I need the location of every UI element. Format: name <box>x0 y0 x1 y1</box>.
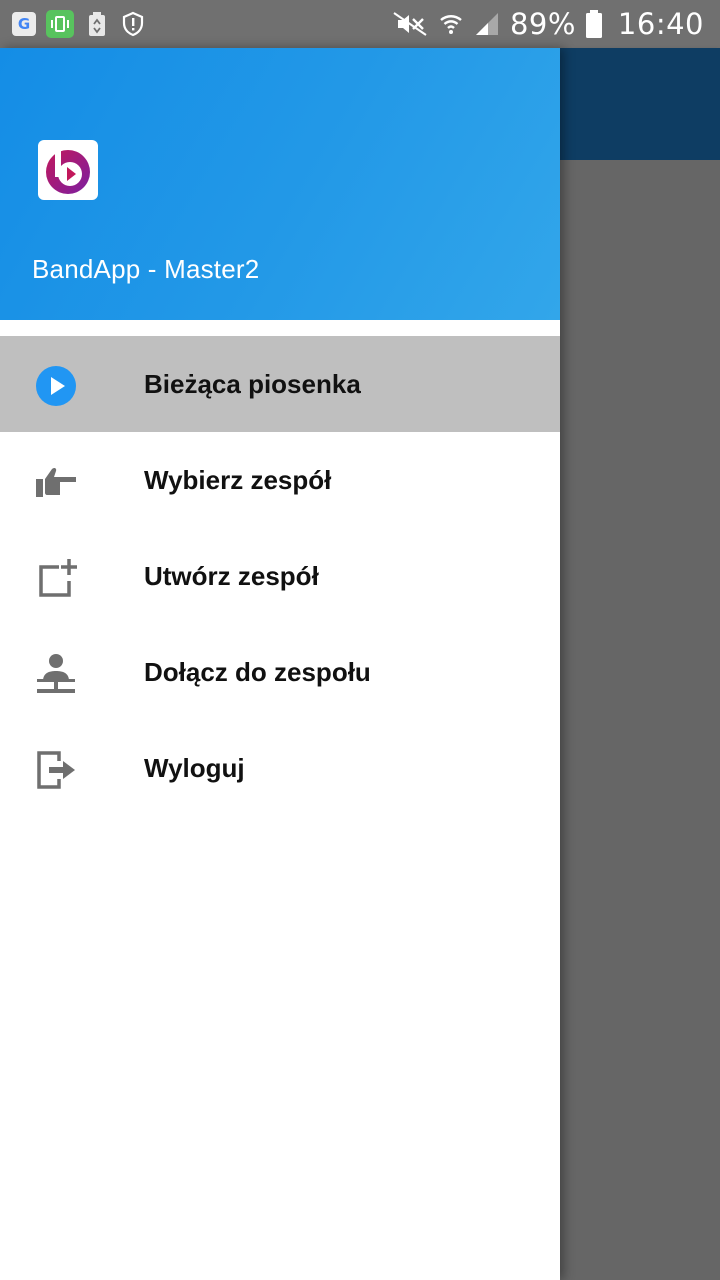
signal-icon <box>474 11 500 37</box>
google-icon: G <box>12 12 36 36</box>
add-box-icon <box>34 556 78 600</box>
app-title: BandApp - Master2 <box>32 254 260 284</box>
status-bar-system: 89% 16:40 <box>392 6 704 42</box>
logout-icon <box>34 748 78 792</box>
drawer-menu: Bieżąca piosenka Wybierz zespół Utwórz z… <box>0 336 560 816</box>
screen-capture-icon <box>46 10 74 38</box>
app-toolbar <box>560 48 720 160</box>
menu-item-current-song[interactable]: Bieżąca piosenka <box>0 336 560 432</box>
status-bar-notifications: G <box>12 10 146 38</box>
person-join-icon <box>34 652 78 696</box>
menu-item-label: Bieżąca piosenka <box>144 369 361 399</box>
menu-item-label: Dołącz do zespołu <box>144 657 371 687</box>
thumb-point-icon <box>34 460 78 504</box>
menu-item-label: Wybierz zespół <box>144 465 332 495</box>
shield-icon <box>120 11 146 37</box>
menu-item-label: Utwórz zespół <box>144 561 319 591</box>
navigation-drawer: BandApp - Master2 Bieżąca piosenka Wybie… <box>0 48 560 1280</box>
mute-icon <box>392 11 428 37</box>
menu-item-join-band[interactable]: Dołącz do zespołu <box>0 624 560 720</box>
menu-item-logout[interactable]: Wyloguj <box>0 720 560 816</box>
drawer-header: BandApp - Master2 <box>0 48 560 320</box>
status-bar: G 89% 16:40 <box>0 0 720 48</box>
play-circle-icon <box>34 364 78 408</box>
menu-item-create-band[interactable]: Utwórz zespół <box>0 528 560 624</box>
battery-saver-icon <box>84 11 110 37</box>
bandapp-logo-icon <box>38 140 98 200</box>
drawer-scrim[interactable] <box>560 160 720 1280</box>
battery-icon <box>585 10 602 38</box>
menu-item-label: Wyloguj <box>144 753 245 783</box>
wifi-icon <box>438 11 464 37</box>
battery-percent: 89% <box>509 7 576 41</box>
clock: 16:40 <box>617 7 704 41</box>
menu-item-choose-band[interactable]: Wybierz zespół <box>0 432 560 528</box>
